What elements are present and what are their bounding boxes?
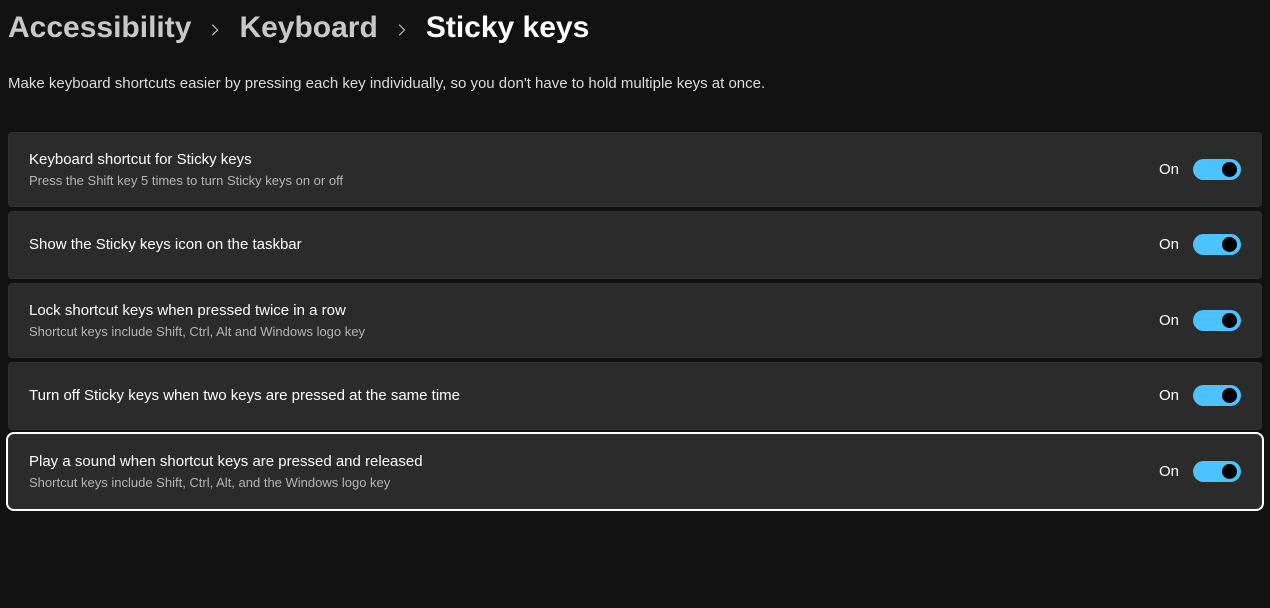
toggle-state-label: On	[1159, 161, 1179, 178]
setting-text: Turn off Sticky keys when two keys are p…	[29, 385, 460, 406]
setting-control: On	[1159, 159, 1241, 180]
toggle-knob	[1222, 388, 1237, 403]
breadcrumb-accessibility[interactable]: Accessibility	[8, 10, 191, 46]
toggle-lock-keys[interactable]	[1193, 310, 1241, 331]
setting-lock-keys: Lock shortcut keys when pressed twice in…	[8, 283, 1262, 358]
toggle-play-sound[interactable]	[1193, 461, 1241, 482]
toggle-knob	[1222, 237, 1237, 252]
setting-title: Turn off Sticky keys when two keys are p…	[29, 385, 460, 406]
toggle-knob	[1222, 313, 1237, 328]
setting-control: On	[1159, 310, 1241, 331]
setting-text: Keyboard shortcut for Sticky keys Press …	[29, 149, 343, 190]
settings-list: Keyboard shortcut for Sticky keys Press …	[8, 132, 1262, 510]
toggle-state-label: On	[1159, 387, 1179, 404]
setting-control: On	[1159, 385, 1241, 406]
setting-title: Play a sound when shortcut keys are pres…	[29, 451, 423, 472]
setting-control: On	[1159, 461, 1241, 482]
page-description: Make keyboard shortcuts easier by pressi…	[8, 74, 1262, 94]
breadcrumb-keyboard[interactable]: Keyboard	[239, 10, 377, 46]
toggle-state-label: On	[1159, 312, 1179, 329]
setting-turn-off: Turn off Sticky keys when two keys are p…	[8, 362, 1262, 430]
setting-subtitle: Press the Shift key 5 times to turn Stic…	[29, 172, 343, 190]
breadcrumb: Accessibility Keyboard Sticky keys	[8, 8, 1262, 46]
setting-keyboard-shortcut: Keyboard shortcut for Sticky keys Press …	[8, 132, 1262, 207]
setting-control: On	[1159, 234, 1241, 255]
chevron-right-icon	[396, 16, 408, 40]
setting-play-sound: Play a sound when shortcut keys are pres…	[8, 434, 1262, 509]
setting-subtitle: Shortcut keys include Shift, Ctrl, Alt, …	[29, 474, 423, 492]
toggle-keyboard-shortcut[interactable]	[1193, 159, 1241, 180]
chevron-right-icon	[209, 16, 221, 40]
page-title: Sticky keys	[426, 10, 589, 46]
toggle-knob	[1222, 162, 1237, 177]
setting-title: Lock shortcut keys when pressed twice in…	[29, 300, 365, 321]
setting-taskbar-icon: Show the Sticky keys icon on the taskbar…	[8, 211, 1262, 279]
setting-title: Keyboard shortcut for Sticky keys	[29, 149, 343, 170]
toggle-taskbar-icon[interactable]	[1193, 234, 1241, 255]
toggle-knob	[1222, 464, 1237, 479]
setting-text: Show the Sticky keys icon on the taskbar	[29, 234, 302, 255]
setting-title: Show the Sticky keys icon on the taskbar	[29, 234, 302, 255]
setting-subtitle: Shortcut keys include Shift, Ctrl, Alt a…	[29, 323, 365, 341]
setting-text: Play a sound when shortcut keys are pres…	[29, 451, 423, 492]
toggle-state-label: On	[1159, 463, 1179, 480]
toggle-turn-off[interactable]	[1193, 385, 1241, 406]
setting-text: Lock shortcut keys when pressed twice in…	[29, 300, 365, 341]
toggle-state-label: On	[1159, 236, 1179, 253]
